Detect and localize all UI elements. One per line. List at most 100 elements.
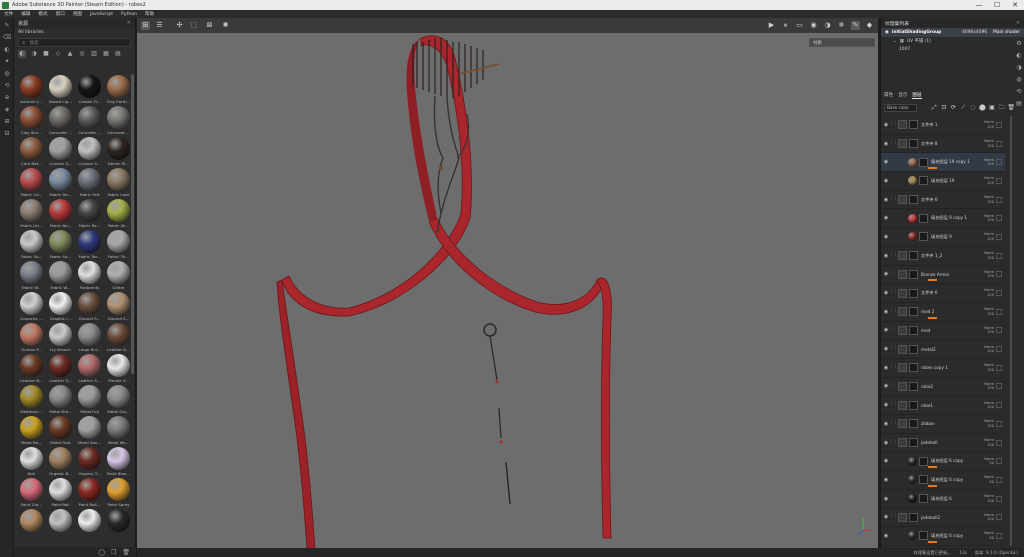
material-thumbnail[interactable]: Concrete ... [105,105,132,136]
material-thumbnail[interactable]: Leather B... [18,353,45,384]
layer-mask-thumbnail[interactable] [919,531,928,541]
layer-mask-thumbnail[interactable] [909,381,918,391]
eye-icon[interactable]: ◉ [881,477,891,483]
layer-mask-thumbnail[interactable] [919,475,928,485]
material-thumbnail[interactable]: Clay Earth... [105,74,132,105]
layer-blend[interactable]: Norm 100 [976,139,994,148]
material-thumbnail[interactable]: Metal San... [76,415,103,446]
layer-mask-thumbnail[interactable] [909,400,918,410]
layer-name[interactable]: mod 2 [921,309,976,314]
trash-icon[interactable]: 🗑 [122,549,130,556]
layer-blend[interactable]: Norm 100 [976,438,994,447]
eye-icon[interactable]: ◉ [881,458,891,464]
screen-icon[interactable]: ⊠ [205,21,214,30]
layer-mask-thumbnail[interactable] [909,288,918,298]
layer-mask-thumbnail[interactable] [919,232,928,242]
layer-checkbox[interactable] [996,327,1002,334]
align-icon[interactable]: ☰ [155,21,164,30]
layer-name[interactable]: 填充图层 6 [931,496,976,502]
layer-name[interactable]: 文件夹 8 [921,141,976,147]
eye-icon[interactable]: ◉ [881,514,891,520]
refresh-icon[interactable]: ◯ [98,549,105,556]
group-icon[interactable]: ▣ [988,104,996,112]
layer-name[interactable]: robe2 [921,384,976,389]
layer-row[interactable]: ◉ 🗀 metal2 Norm 100 [881,340,1005,359]
layout-tool-icon[interactable]: ⊞ [2,117,12,126]
layer-mask-thumbnail[interactable] [919,213,928,223]
eye-icon[interactable]: ◉ [881,159,891,165]
layer-mask-thumbnail[interactable] [909,438,918,448]
material-thumbnail[interactable]: Metal Gal... [105,384,132,415]
menu-javascript[interactable]: JavaScript [90,12,113,17]
maximize-button[interactable]: ☐ [988,0,1006,10]
layer-row[interactable]: ◉ 🗀 mod Norm 100 [881,322,1005,341]
tab-display[interactable]: 显示 [898,92,907,98]
eraser-tool-icon[interactable]: ⌫ [2,33,12,42]
layer-blend[interactable]: Norm 100 [976,326,994,335]
eye-icon[interactable]: ◉ [881,253,891,259]
pause-icon[interactable]: ⏸ [781,21,790,30]
layer-name[interactable]: 填充图层 19 copy 1 [931,159,976,165]
material-thumbnail[interactable]: Fabric Ro... [76,198,103,229]
layer-row[interactable]: ◉ 🗀 文件夹 1_2 Norm 100 [881,247,1005,266]
display-mode-select[interactable]: 材质 [809,38,875,47]
material-thumbnail[interactable]: Fabric Tar... [76,229,103,260]
layer-row[interactable]: ◉ 填充图层 9 copy 1 Norm 100 [881,209,1005,229]
layer-row[interactable]: ◉ 🗀 文件夹 6 Norm 100 [881,191,1005,210]
layer-blend[interactable]: Norm 100 [976,232,994,241]
layer-name[interactable]: jadeball2 [921,515,976,520]
layer-checkbox[interactable] [996,140,1002,147]
filter-particles-icon[interactable]: ◎ [78,50,86,58]
layer-row[interactable]: ◉ 🗀 jadeball Norm 100 [881,434,1005,453]
material-thumbnail[interactable]: Fabric Sk... [105,198,132,229]
material-thumbnail[interactable]: Metal Wo... [105,415,132,446]
material-thumbnail[interactable]: Custom S... [76,136,103,167]
layer-checkbox[interactable] [996,233,1002,240]
layer-row[interactable]: ◉ 填充图层 19 Norm 100 [881,172,1005,191]
layer-checkbox[interactable] [996,514,1002,521]
filter-alphas-icon[interactable]: ◇ [54,50,62,58]
folder-icon[interactable]: 🗀 [891,140,898,148]
render-icon[interactable]: ◆ [865,21,874,30]
material-thumbnail[interactable]: Leather G... [105,322,132,353]
uv-tile-row[interactable]: ⌄ ▦ UV 平铺 (1) [881,37,1024,45]
eye-icon[interactable]: ◉ [881,234,891,240]
material-thumbnail[interactable]: Medieval ... [18,384,45,415]
material-thumbnail[interactable] [47,508,74,539]
geometry-fill-tool-icon[interactable]: ✦ [2,57,12,66]
layer-checkbox[interactable] [996,495,1002,502]
layer-checkbox[interactable] [996,159,1002,166]
shading-icon[interactable]: ◑ [823,21,832,30]
material-thumbnail[interactable]: Paint Roll [47,477,74,508]
material-thumbnail[interactable] [76,508,103,539]
layer-blend[interactable]: Norm 100 [976,382,994,391]
material-thumbnail[interactable]: Metal Foil [76,384,103,415]
material-thumbnail[interactable]: Footprints [76,260,103,291]
texture-set-row[interactable]: ◉ initialShadingGroup 4096x4096 Main sha… [881,28,1024,37]
layer-blend[interactable]: Norm 50 [976,475,994,484]
folder-icon[interactable]: 🗀 [891,513,898,521]
grid-layout-icon[interactable]: ⊞ [141,21,150,30]
layer-blend[interactable]: Norm 100 [976,513,994,522]
folder-icon[interactable]: 🗀 [891,308,898,316]
eye-icon[interactable]: ◉ [881,290,891,296]
bake-tool-icon[interactable]: ◈ [2,105,12,114]
paint-tool-icon[interactable]: ✎ [2,21,12,30]
layer-mask-thumbnail[interactable] [909,195,918,205]
material-thumbnail[interactable]: Fabric W... [18,260,45,291]
layer-blend[interactable]: Norm 100 [976,288,994,297]
layer-row[interactable]: ◉ 🗀 Bronze Armor Norm 100 [881,266,1005,285]
layer-row[interactable]: ◉ 🗀 文件夹 8 Norm 100 [881,135,1005,154]
layer-name[interactable]: 文件夹 6 [921,197,976,203]
3d-viewport[interactable]: ⊞ ☰ ✣ ⬚ ⊠ ✺ ▶ ⏸ ▭ ◉ ◑ ❄ ✎ ◆ 材质 [137,18,878,548]
eye-icon[interactable]: ◉ [881,421,891,427]
folder-icon[interactable]: 🗀 [891,345,898,353]
minimize-button[interactable]: — [970,0,988,10]
layer-name[interactable]: 填充图层 6 copy [931,458,976,464]
material-thumbnail[interactable]: Organic B... [47,446,74,477]
menu-edit[interactable]: 编辑 [21,11,30,17]
layer-checkbox[interactable] [996,271,1002,278]
search-input[interactable]: 搜索 [29,40,38,46]
material-thumbnail[interactable]: Paint Spray [105,477,132,508]
material-thumbnail[interactable]: Glitter [105,260,132,291]
